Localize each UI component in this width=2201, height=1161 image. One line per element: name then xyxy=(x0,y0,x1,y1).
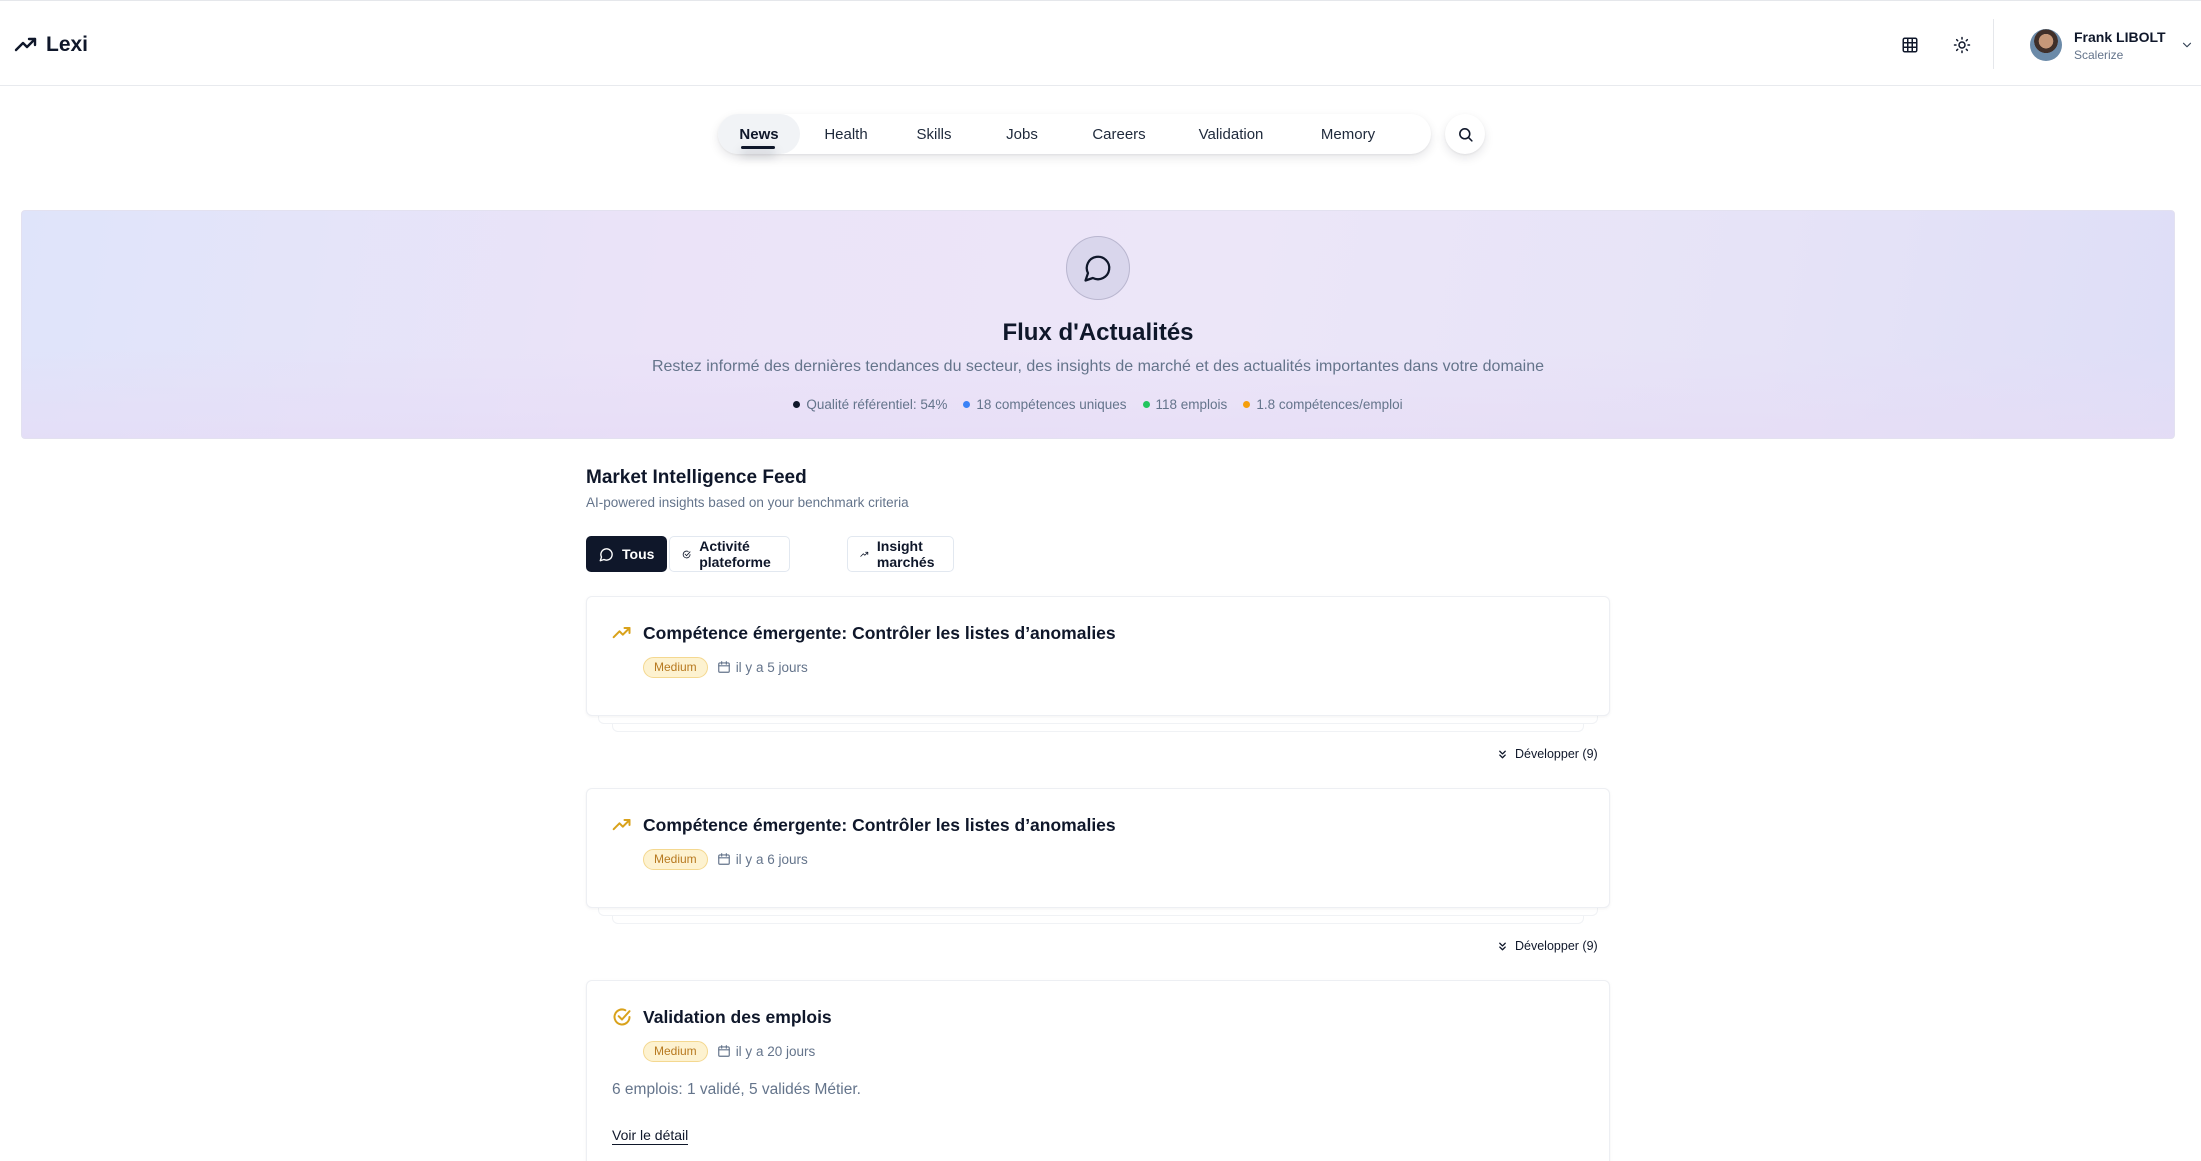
card-title: Compétence émergente: Contrôler les list… xyxy=(643,815,1116,835)
nav-tab-memory[interactable]: Memory xyxy=(1303,114,1393,154)
circle-check-icon xyxy=(613,1008,631,1026)
stat-label: Qualité référentiel: 54% xyxy=(806,397,948,412)
nav-tab-careers[interactable]: Careers xyxy=(1076,114,1162,154)
card-stack-shadow xyxy=(598,908,1598,916)
card-title: Compétence émergente: Contrôler les list… xyxy=(643,623,1116,643)
feed-card[interactable]: Validation des emplois Medium il y a 20 … xyxy=(586,980,1610,1161)
feed-card[interactable]: Compétence émergente: Contrôler les list… xyxy=(586,596,1610,716)
filter-platform-activity[interactable]: Activité plateforme xyxy=(669,536,790,572)
news-hero-banner: Flux d'Actualités Restez informé des der… xyxy=(21,210,2175,439)
stat-dot xyxy=(963,401,971,408)
card-meta: Medium il y a 6 jours xyxy=(643,848,808,870)
calendar-icon xyxy=(717,661,730,673)
card-stack-shadow xyxy=(598,716,1598,724)
view-detail-link[interactable]: Voir le détail xyxy=(612,1127,689,1145)
filter-label: Insight marchés xyxy=(876,538,935,570)
expand-button[interactable]: Développer (9) xyxy=(1496,936,2201,956)
stat-quality: Qualité référentiel: 54% xyxy=(793,397,947,412)
trending-up-icon xyxy=(612,819,631,831)
nav-tab-label: News xyxy=(739,125,779,143)
card-date-text: il y a 5 jours xyxy=(735,659,808,675)
priority-badge: Medium xyxy=(643,848,708,870)
card-date-text: il y a 6 jours xyxy=(735,851,808,867)
user-name: Frank LIBOLT xyxy=(2074,28,2166,45)
header-divider xyxy=(1993,19,1994,69)
trending-up-icon xyxy=(14,37,37,52)
nav-tab-label: Validation xyxy=(1198,125,1264,143)
trending-up-icon xyxy=(612,627,631,639)
card-title: Validation des emplois xyxy=(643,1007,832,1027)
message-circle-icon xyxy=(599,547,613,561)
nav-tab-jobs[interactable]: Jobs xyxy=(995,114,1049,154)
search-button[interactable] xyxy=(1445,114,1485,154)
page-title: Flux d'Actualités xyxy=(1002,319,1194,346)
card-date: il y a 6 jours xyxy=(717,852,808,867)
top-header: Lexi Frank LIBOLT Scalerize xyxy=(0,0,2201,86)
expand-button[interactable]: Développer (9) xyxy=(1496,744,2201,764)
nav-tab-label: Health xyxy=(824,125,868,143)
card-stack-shadow xyxy=(612,724,1584,732)
card-date: il y a 5 jours xyxy=(717,660,808,675)
expand-label: Développer (9) xyxy=(1515,939,1598,953)
card-meta: Medium il y a 20 jours xyxy=(643,1040,815,1062)
avatar xyxy=(2030,29,2062,61)
user-menu[interactable]: Frank LIBOLT Scalerize xyxy=(2030,25,2194,65)
expand-label: Développer (9) xyxy=(1515,747,1598,761)
search-icon xyxy=(1458,127,1473,142)
grid-icon xyxy=(1902,37,1918,53)
page-subtitle: Restez informé des dernières tendances d… xyxy=(651,358,1545,375)
card-date: il y a 20 jours xyxy=(717,1043,816,1059)
message-circle-icon xyxy=(1084,255,1111,282)
brand-logo[interactable]: Lexi xyxy=(14,29,88,61)
stat-dot xyxy=(1243,401,1251,408)
stat-skills: 18 compétences uniques xyxy=(963,397,1127,412)
stat-jobs: 118 emplois xyxy=(1142,397,1228,412)
card-description: 6 emplois: 1 validé, 5 validés Métier. xyxy=(612,1081,861,1098)
filter-label: Activité plateforme xyxy=(699,538,771,570)
filter-all[interactable]: Tous xyxy=(586,536,668,572)
nav-tab-label: Memory xyxy=(1320,125,1376,143)
theme-toggle-button[interactable] xyxy=(1946,29,1978,61)
nav-tab-label: Jobs xyxy=(1006,125,1038,143)
nav-tab-health[interactable]: Health xyxy=(808,114,884,154)
feed-subtitle: AI-powered insights based on your benchm… xyxy=(586,495,909,510)
calendar-icon xyxy=(717,1045,730,1057)
app-name: Lexi xyxy=(46,33,89,56)
grid-button[interactable] xyxy=(1894,29,1926,61)
feed-card[interactable]: Compétence émergente: Contrôler les list… xyxy=(586,788,1610,908)
card-meta: Medium il y a 5 jours xyxy=(643,656,808,678)
stat-label: 1.8 compétences/emploi xyxy=(1256,397,1403,412)
user-org: Scalerize xyxy=(2074,47,2124,62)
filter-label: Tous xyxy=(622,546,655,562)
circle-check-icon xyxy=(682,550,691,558)
nav-tab-label: Skills xyxy=(916,125,952,143)
stat-dot xyxy=(1142,401,1150,408)
chevrons-down-icon xyxy=(1499,750,1506,758)
chevron-down-icon xyxy=(2182,42,2191,48)
sun-icon xyxy=(1953,36,1971,54)
priority-badge: Medium xyxy=(643,656,708,678)
stat-ratio: 1.8 compétences/emploi xyxy=(1243,397,1403,412)
chevrons-down-icon xyxy=(1499,942,1506,950)
stat-dot xyxy=(793,401,801,408)
main-nav: News Health Skills Jobs Careers Validati… xyxy=(718,114,1431,154)
feed-title: Market Intelligence Feed xyxy=(586,467,807,488)
card-stack-shadow xyxy=(612,916,1584,924)
stat-label: 18 compétences uniques xyxy=(976,397,1127,412)
active-tab-indicator xyxy=(741,146,775,149)
nav-tab-validation[interactable]: Validation xyxy=(1183,114,1279,154)
trending-up-icon xyxy=(860,551,869,557)
calendar-icon xyxy=(717,853,730,865)
filter-market-insight[interactable]: Insight marchés xyxy=(847,536,954,572)
priority-badge: Medium xyxy=(643,1040,708,1062)
hero-stats: Qualité référentiel: 54% 18 compétences … xyxy=(22,397,2174,412)
nav-tab-skills[interactable]: Skills xyxy=(904,114,964,154)
card-date-text: il y a 20 jours xyxy=(735,1043,816,1059)
hero-icon-circle xyxy=(1066,236,1130,300)
stat-label: 118 emplois xyxy=(1155,397,1228,412)
nav-tab-label: Careers xyxy=(1092,125,1146,143)
